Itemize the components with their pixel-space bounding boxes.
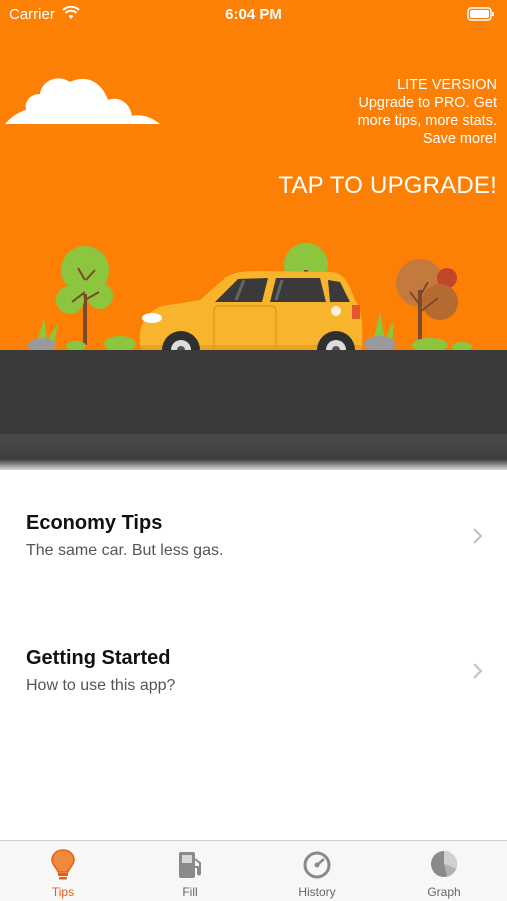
economy-tips-row[interactable]: Economy Tips The same car. But less gas. — [0, 500, 507, 620]
tap-to-upgrade-button[interactable]: TAP TO UPGRADE! — [278, 172, 497, 200]
tab-fill[interactable]: Fill — [127, 841, 253, 901]
row-title: Getting Started — [26, 647, 171, 669]
lite-line: Upgrade to PRO. Get — [358, 95, 497, 111]
road — [0, 350, 507, 434]
lite-line: Save more! — [422, 131, 497, 147]
clock: 6:04 PM — [225, 6, 282, 23]
cloud-illustration — [5, 78, 160, 124]
tree-left-icon — [28, 246, 136, 352]
row-subtitle: How to use this app? — [26, 677, 176, 694]
lightbulb-icon — [51, 849, 75, 880]
status-bar: Carrier 6:04 PM — [0, 0, 507, 28]
row-title: Economy Tips — [26, 512, 163, 534]
fuel-pump-icon — [179, 852, 201, 878]
tab-label: Fill — [182, 885, 198, 899]
chevron-right-icon — [473, 663, 483, 679]
tab-history[interactable]: History — [254, 841, 380, 901]
getting-started-row[interactable]: Getting Started How to use this app? — [0, 635, 507, 755]
history-icon — [303, 851, 331, 879]
car-scene-illustration — [28, 243, 472, 370]
tab-bar: Tips Fill History Graph — [0, 840, 507, 901]
pie-chart-icon — [431, 851, 457, 877]
tab-label: Tips — [51, 885, 75, 899]
tab-tips[interactable]: Tips — [0, 841, 126, 901]
row-subtitle: The same car. But less gas. — [26, 542, 224, 559]
lite-line: LITE VERSION — [397, 77, 497, 93]
chevron-right-icon — [473, 528, 483, 544]
tab-label: Graph — [427, 885, 461, 899]
lite-version-text: LITE VERSION Upgrade to PRO. Get more ti… — [277, 76, 497, 148]
upgrade-banner[interactable]: LITE VERSION Upgrade to PRO. Get more ti… — [0, 0, 507, 470]
road-edge — [0, 434, 507, 470]
battery-icon — [467, 7, 495, 25]
lite-line: more tips, more stats. — [357, 113, 497, 129]
tab-graph[interactable]: Graph — [381, 841, 507, 901]
tree-right-icon — [364, 259, 472, 352]
tab-label: History — [298, 885, 336, 899]
